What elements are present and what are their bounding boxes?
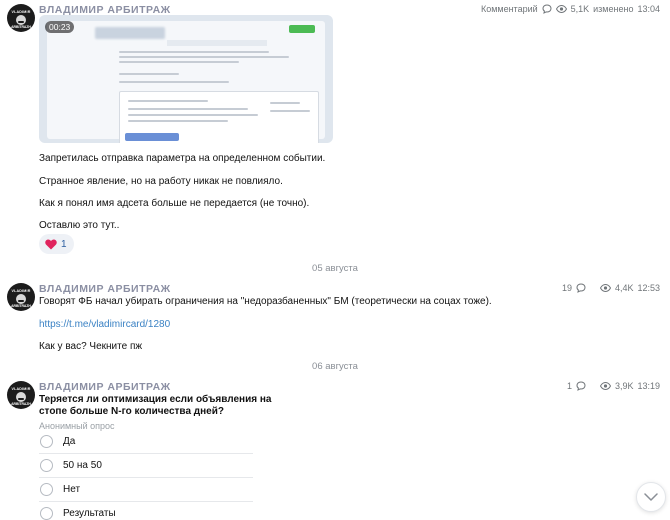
comments-count[interactable]: 1: [567, 381, 572, 391]
message-line: Как у вас? Чекните пж: [39, 341, 143, 352]
video-timestamp: 00:23: [45, 21, 75, 33]
radio-button[interactable]: [40, 483, 53, 496]
views-count: 4,4K: [614, 283, 634, 293]
preview-line: [119, 61, 239, 63]
preview-line: [128, 108, 248, 110]
heart-icon: [45, 239, 57, 249]
post-time: 13:19: [637, 381, 660, 391]
preview-line: [128, 114, 258, 116]
radio-button[interactable]: [40, 435, 53, 448]
post-author[interactable]: ВЛАДИМИР АРБИТРАЖ: [39, 381, 171, 393]
preview-line: [270, 110, 310, 112]
preview-line: [119, 81, 229, 83]
comment-icon[interactable]: [576, 283, 586, 293]
comment-icon[interactable]: [576, 381, 586, 391]
views-count: 3,9K: [614, 381, 634, 391]
preview-line: [270, 102, 300, 104]
message-line: Странное явление, но на работу никак не …: [39, 176, 283, 187]
message-link[interactable]: https://t.me/vladimircard/1280: [39, 319, 170, 330]
views-count: 5,1K: [570, 4, 590, 14]
avatar-top-text: VLADIMIR: [11, 289, 31, 293]
avatar-face: [16, 294, 26, 304]
preview-blue-button: [125, 133, 179, 141]
video-attachment[interactable]: 00:23: [39, 15, 333, 143]
video-preview: [47, 21, 325, 143]
date-separator: 05 августа: [312, 263, 358, 274]
post-time: 13:04: [637, 4, 660, 14]
reaction-count: 1: [61, 238, 67, 250]
message-line: Говорят ФБ начал убирать ограничения на …: [39, 296, 492, 307]
poll-question: Теряется ли оптимизация если объявления …: [39, 394, 272, 417]
poll-option-label: Результаты: [63, 508, 116, 519]
chevron-down-icon: [644, 493, 658, 501]
scroll-down-button[interactable]: [636, 482, 666, 512]
comment-icon[interactable]: [542, 4, 552, 14]
radio-button[interactable]: [40, 507, 53, 520]
poll-option[interactable]: Результаты: [39, 504, 253, 520]
post-meta: Комментарий 5,1K изменено 13:04: [481, 4, 660, 14]
date-separator: 06 августа: [312, 361, 358, 372]
avatar-bottom-text: ARBITRAZH: [11, 25, 31, 29]
avatar[interactable]: VLADIMIR ARBITRAZH: [7, 4, 35, 32]
radio-button[interactable]: [40, 459, 53, 472]
message-line: Запретилась отправка параметра на опреде…: [39, 153, 326, 164]
message-line: Оставлю это тут..: [39, 220, 120, 231]
preview-line: [128, 100, 208, 102]
poll-option[interactable]: Нет: [39, 480, 253, 502]
avatar[interactable]: VLADIMIR ARBITRAZH: [7, 381, 35, 409]
eye-icon: [555, 5, 567, 13]
avatar-face: [16, 392, 26, 402]
preview-line: [119, 73, 179, 75]
post-author[interactable]: ВЛАДИМИР АРБИТРАЖ: [39, 283, 171, 295]
edited-label: изменено: [593, 4, 634, 14]
comments-link[interactable]: Комментарий: [481, 4, 538, 14]
preview-line: [119, 56, 289, 58]
avatar-bottom-text: ARBITRAZH: [11, 304, 31, 308]
avatar[interactable]: VLADIMIR ARBITRAZH: [7, 283, 35, 311]
avatar-bottom-text: ARBITRAZH: [11, 402, 31, 406]
blurred-header: [95, 27, 165, 39]
poll-option[interactable]: 50 на 50: [39, 456, 253, 478]
preview-line: [128, 120, 228, 122]
post-time: 12:53: [637, 283, 660, 293]
avatar-face: [16, 15, 26, 25]
reaction-chip[interactable]: 1: [39, 234, 74, 254]
poll-option-label: Да: [63, 436, 76, 447]
post-meta: 1 3,9K 13:19: [567, 381, 660, 391]
preview-green-button: [289, 25, 315, 33]
poll-option-label: 50 на 50: [63, 460, 102, 471]
poll-option-label: Нет: [63, 484, 81, 495]
avatar-top-text: VLADIMIR: [11, 10, 31, 14]
eye-icon: [599, 284, 611, 292]
post-meta: 19 4,4K 12:53: [562, 283, 660, 293]
preview-tabs: [167, 40, 267, 46]
poll-option[interactable]: Да: [39, 432, 253, 454]
eye-icon: [599, 382, 611, 390]
preview-line: [119, 51, 269, 53]
avatar-top-text: VLADIMIR: [11, 387, 31, 391]
poll-type-label: Анонимный опрос: [39, 421, 115, 431]
message-line: Как я понял имя адсета больше не передае…: [39, 198, 310, 209]
comments-count[interactable]: 19: [562, 283, 572, 293]
